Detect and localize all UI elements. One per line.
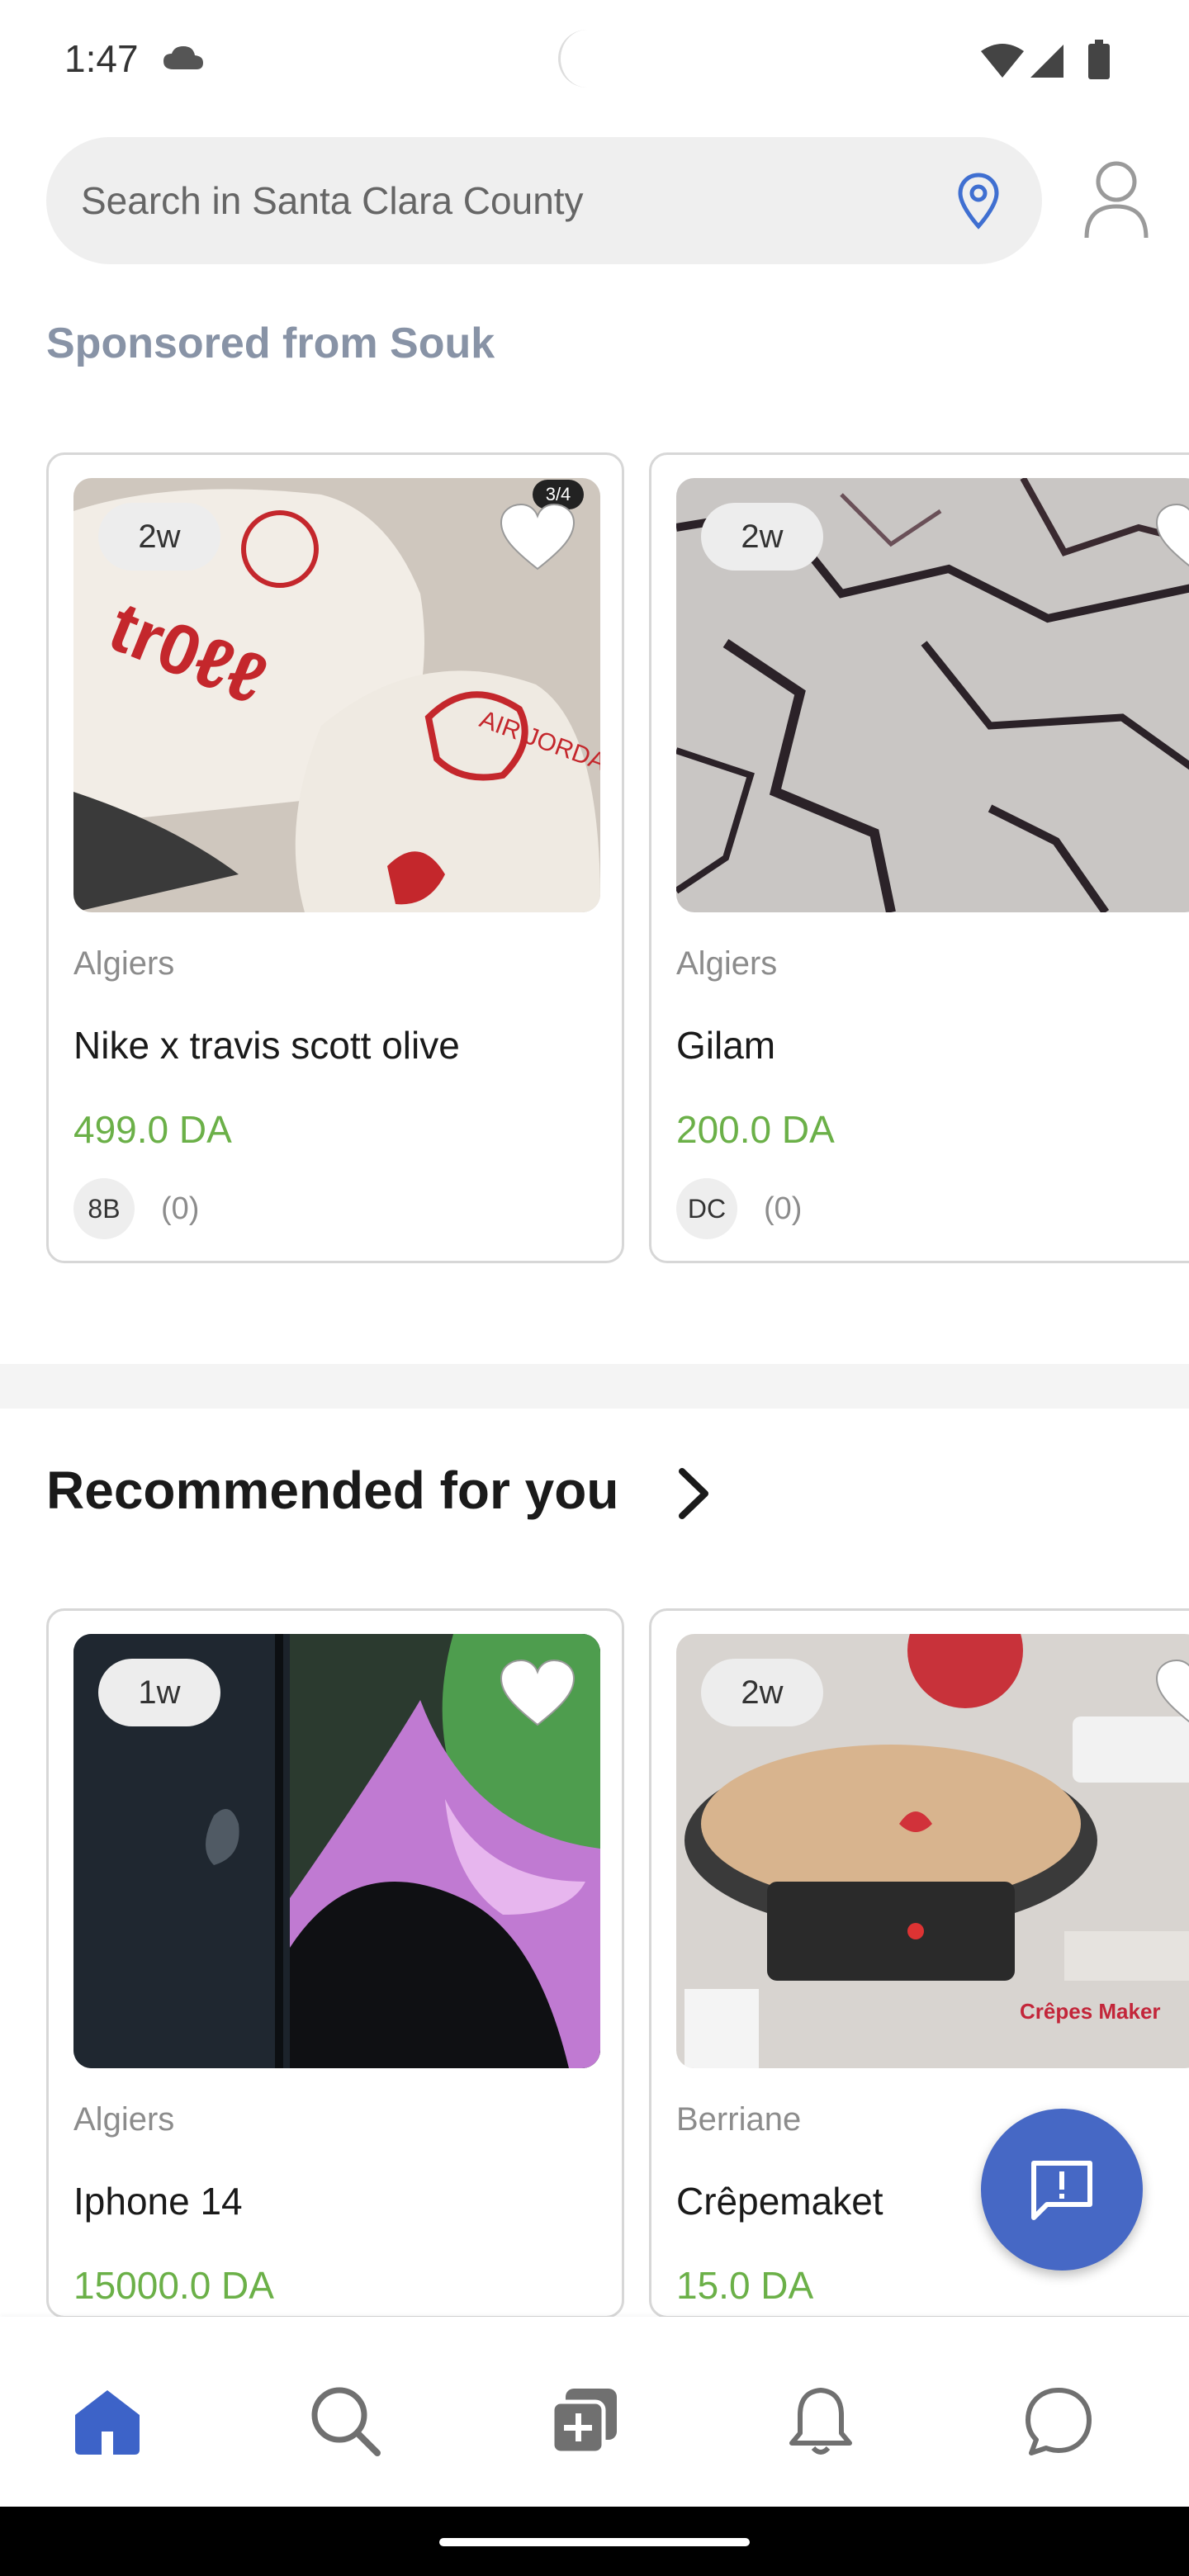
feedback-button[interactable] <box>981 2109 1143 2271</box>
gesture-bar <box>0 2507 1189 2576</box>
chevron-right-icon[interactable] <box>674 1466 713 1521</box>
avatar[interactable]: DC <box>676 1178 737 1239</box>
profile-icon[interactable] <box>1082 159 1151 241</box>
sponsored-card[interactable]: 2w Algiers Gilam 200.0 DA DC (0) <box>649 452 1189 1263</box>
battery-icon <box>1088 40 1110 79</box>
age-badge: 2w <box>701 1659 823 1726</box>
nav-chat[interactable] <box>1019 2381 1098 2460</box>
heart-icon[interactable] <box>1153 1657 1189 1730</box>
home-icon <box>75 2390 140 2455</box>
avatar[interactable]: 8B <box>73 1178 135 1239</box>
listing-location: Algiers <box>73 945 175 982</box>
search-bar[interactable] <box>46 137 1042 264</box>
listing-title[interactable]: Nike x travis scott olive <box>73 1023 460 1068</box>
listing-price: 15.0 DA <box>676 2264 814 2307</box>
listing-location: Berriane <box>676 2101 802 2138</box>
sponsored-card[interactable]: tr0ℓℓ AIR JORDAN 2w 3/4 Algiers Nike x t… <box>46 452 624 1263</box>
heart-icon[interactable] <box>1153 501 1189 574</box>
chat-icon <box>1026 2388 1092 2455</box>
status-bar: 1:47 <box>0 0 1189 116</box>
box-label: Crêpes Maker <box>1020 1999 1161 2024</box>
feedback-icon <box>1031 2161 1092 2220</box>
sponsored-section-title: Sponsored from Souk <box>46 320 495 367</box>
age-badge: 1w <box>98 1659 220 1726</box>
search-input[interactable] <box>81 137 907 264</box>
cloud-icon <box>163 46 203 69</box>
heart-icon[interactable] <box>498 501 577 574</box>
home-gesture-handle[interactable] <box>439 2538 750 2546</box>
camera-cutout <box>558 30 616 88</box>
listing-price: 499.0 DA <box>73 1108 232 1151</box>
age-badge: 2w <box>701 503 823 571</box>
listing-price: 15000.0 DA <box>73 2264 274 2307</box>
location-pin-icon[interactable] <box>948 170 1009 231</box>
signal-icon <box>1030 45 1063 78</box>
nav-notifications[interactable] <box>781 2381 860 2460</box>
age-badge: 2w <box>98 503 220 571</box>
search-icon <box>311 2387 381 2456</box>
product-image[interactable]: tr0ℓℓ AIR JORDAN 2w 3/4 <box>73 478 600 912</box>
nav-add-listing[interactable] <box>545 2381 624 2460</box>
wifi-icon <box>981 44 1024 78</box>
listing-title[interactable]: Crêpemaket <box>676 2179 883 2223</box>
section-divider <box>0 1364 1189 1409</box>
nav-home[interactable] <box>68 2381 147 2460</box>
seller-rating: (0) <box>161 1191 200 1226</box>
listing-title[interactable]: Iphone 14 <box>73 2179 243 2223</box>
bell-icon <box>789 2388 852 2455</box>
listing-location: Algiers <box>73 2101 175 2138</box>
bottom-navigation <box>0 2317 1189 2507</box>
listing-price: 200.0 DA <box>676 1108 835 1151</box>
seller-rating: (0) <box>764 1191 803 1226</box>
product-image[interactable]: Crêpes Maker 2w <box>676 1634 1189 2068</box>
listing-title[interactable]: Gilam <box>676 1023 775 1068</box>
add-listing-icon <box>550 2389 617 2455</box>
recommended-card[interactable]: 1w Algiers Iphone 14 15000.0 DA <box>46 1608 624 2318</box>
product-image[interactable]: 2w <box>676 478 1189 912</box>
nav-search[interactable] <box>306 2381 385 2460</box>
product-image[interactable]: 1w <box>73 1634 600 2068</box>
recommended-section-title[interactable]: Recommended for you <box>46 1460 618 1521</box>
heart-icon[interactable] <box>498 1657 577 1730</box>
listing-location: Algiers <box>676 945 778 982</box>
status-time: 1:47 <box>64 37 139 80</box>
